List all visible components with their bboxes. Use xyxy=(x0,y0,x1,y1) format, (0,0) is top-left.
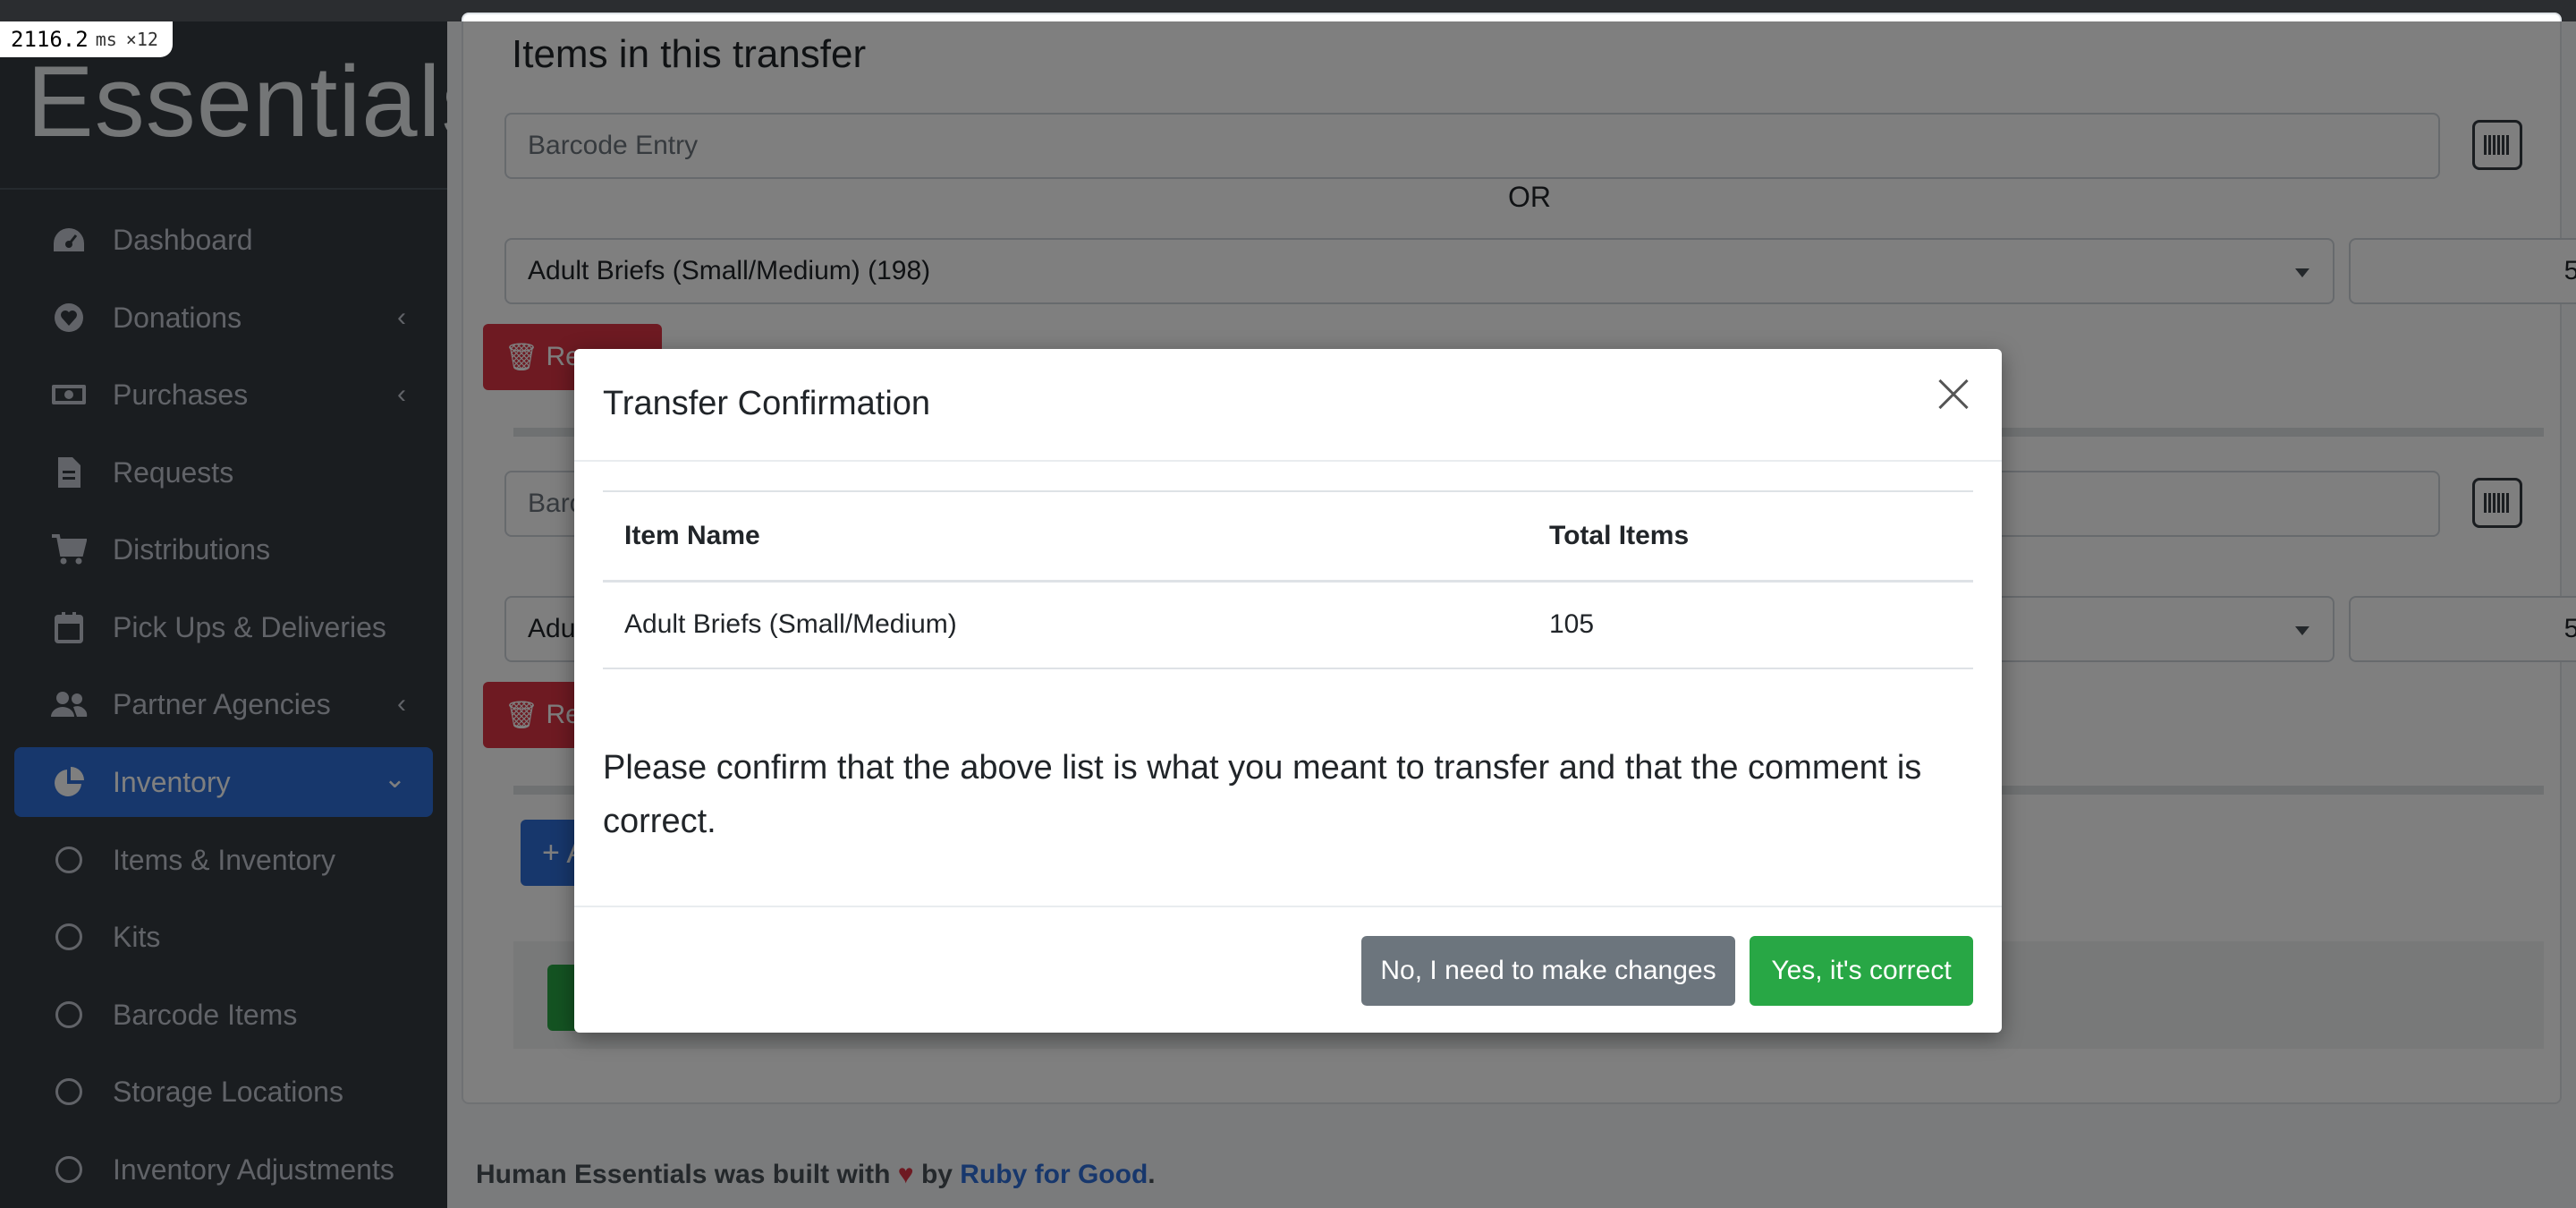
table-header-row: Item Name Total Items xyxy=(603,490,1973,583)
confirm-button[interactable]: Yes, it's correct xyxy=(1750,936,1973,1006)
performance-badge: 2116.2 ms ×12 xyxy=(0,21,173,57)
modal-title: Transfer Confirmation xyxy=(603,385,931,422)
transfer-confirmation-modal: Transfer Confirmation Item Name Total It… xyxy=(574,349,2002,1033)
perf-unit: ms xyxy=(95,29,117,50)
confirmation-table: Item Name Total Items Adult Briefs (Smal… xyxy=(603,490,1973,669)
column-header: Total Items xyxy=(1528,490,1973,583)
confirmation-message: Please confirm that the above list is wh… xyxy=(603,749,1922,840)
perf-value: 2116.2 xyxy=(11,27,89,52)
perf-multiplier: ×12 xyxy=(125,29,158,50)
total-items-cell: 105 xyxy=(1528,580,1973,669)
table-row: Adult Briefs (Small/Medium) 105 xyxy=(603,580,1973,669)
make-changes-button[interactable]: No, I need to make changes xyxy=(1361,936,1735,1006)
item-name-cell: Adult Briefs (Small/Medium) xyxy=(603,580,1528,669)
modal-footer: No, I need to make changes Yes, it's cor… xyxy=(574,906,2002,1033)
close-icon[interactable] xyxy=(1930,372,1975,417)
column-header: Item Name xyxy=(603,490,1528,583)
modal-header: Transfer Confirmation xyxy=(574,349,2002,462)
